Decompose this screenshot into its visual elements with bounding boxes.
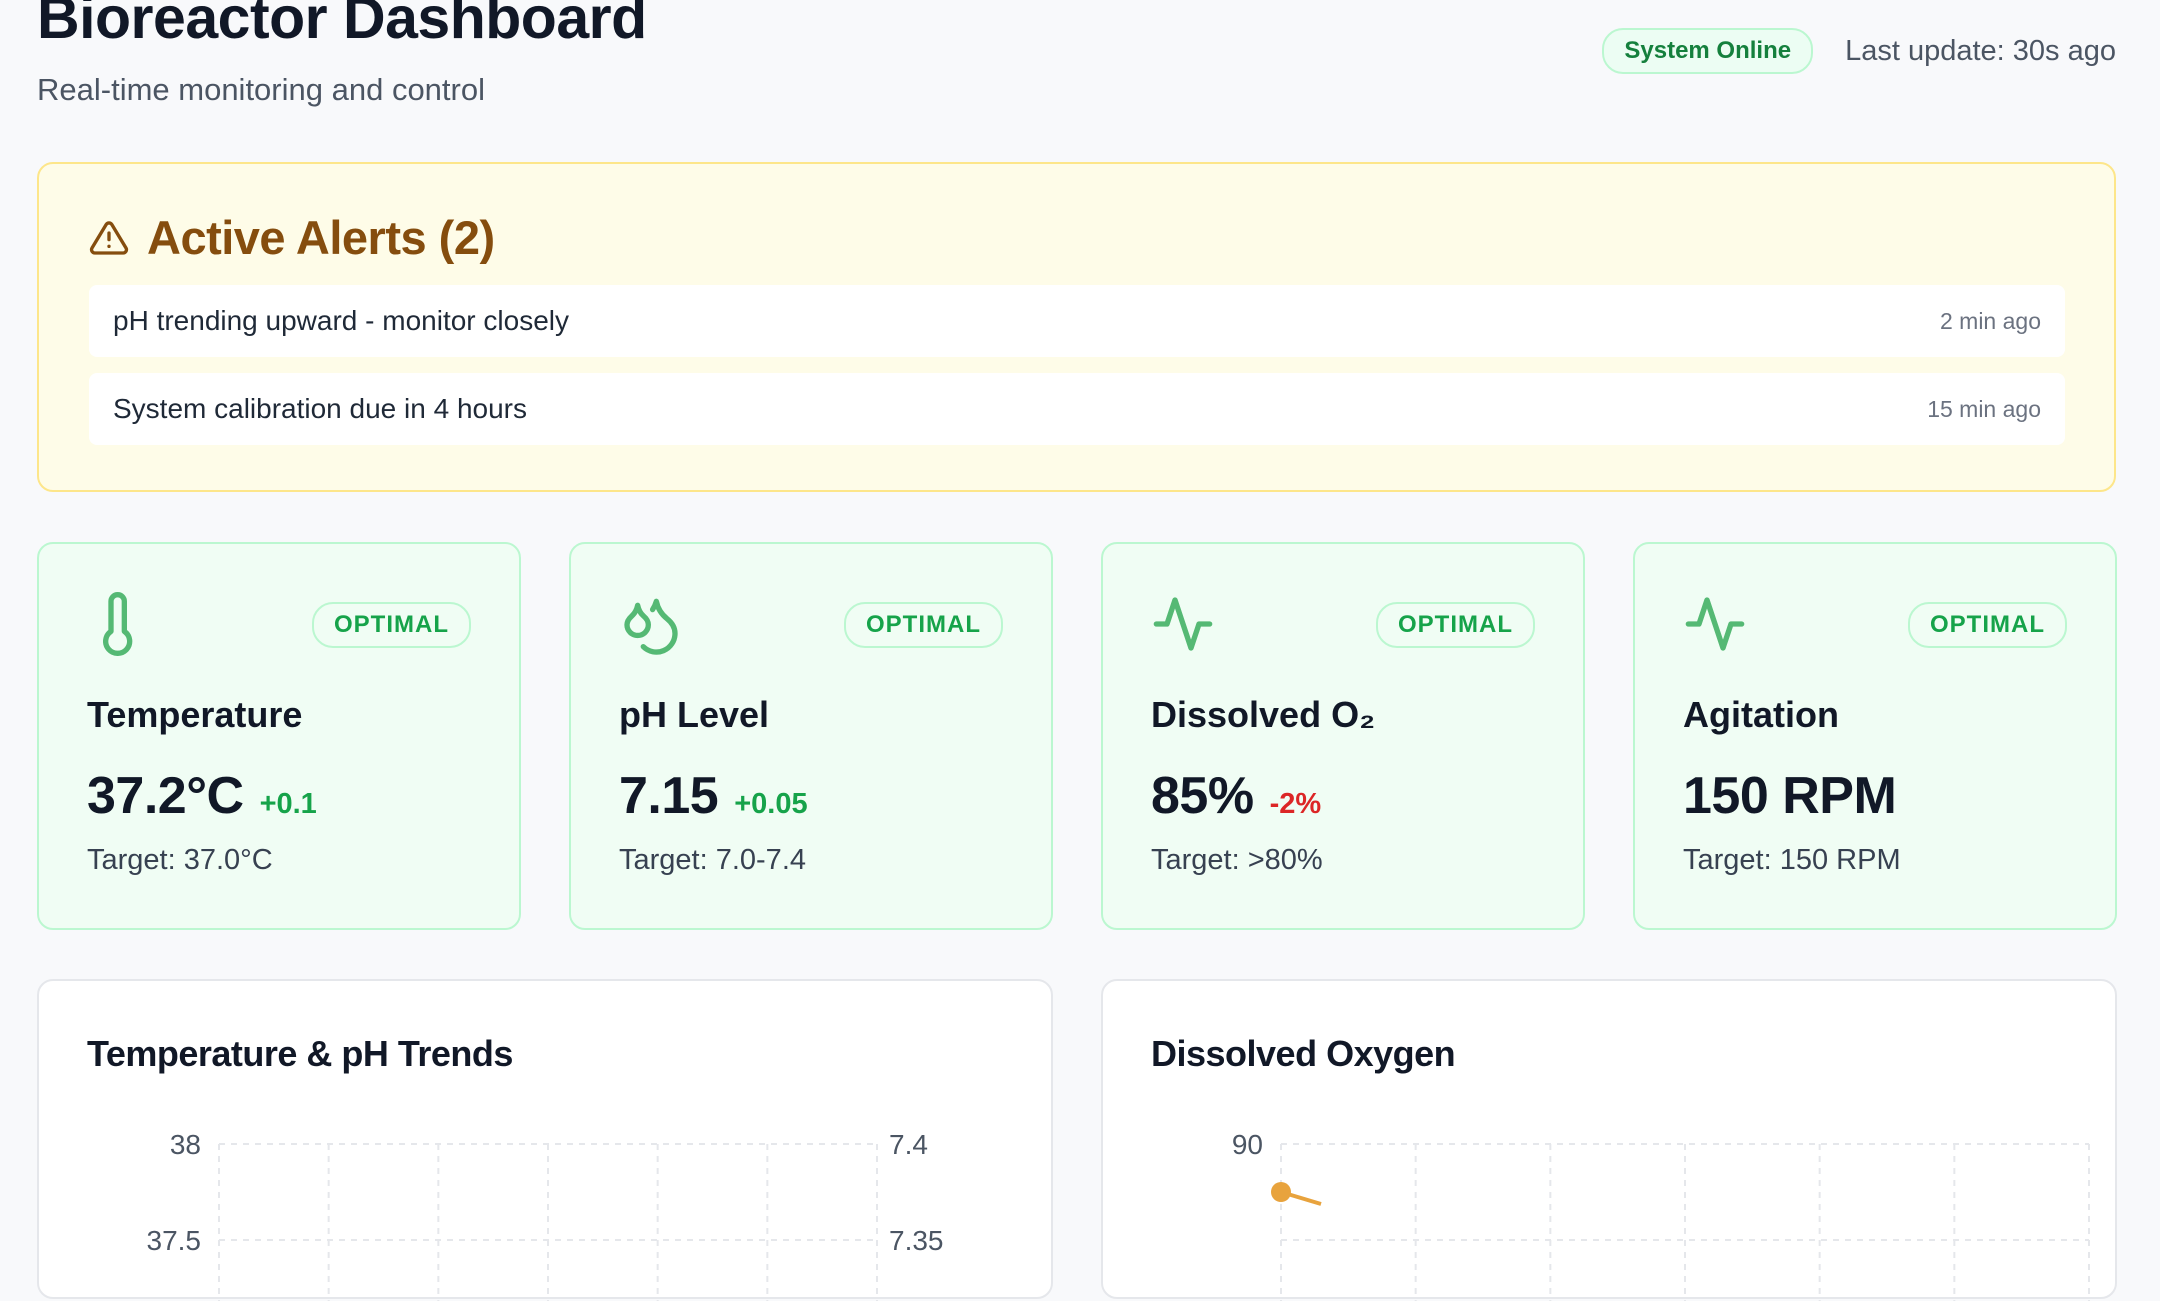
alert-text: System calibration due in 4 hours xyxy=(113,393,527,424)
metric-card-temperature[interactable]: OPTIMAL Temperature 37.2°C +0.1 Target: … xyxy=(37,542,521,930)
status-badge: OPTIMAL xyxy=(1908,602,2067,648)
metric-value: 150 RPM xyxy=(1683,767,1897,825)
metric-label: Agitation xyxy=(1683,694,1839,735)
chart-grid xyxy=(1280,1143,2090,1301)
alert-time: 15 min ago xyxy=(1927,395,2041,422)
metric-value: 7.15 xyxy=(619,767,719,825)
temp-ph-chart: 38 37.5 7.4 7.35 xyxy=(147,1129,944,1301)
metric-card-dissolved-oxygen[interactable]: OPTIMAL Dissolved O₂ 85% -2% Target: >80… xyxy=(1101,542,1585,930)
page-subtitle: Real-time monitoring and control xyxy=(37,72,485,107)
droplets-icon xyxy=(624,598,678,655)
oxygen-data-point xyxy=(1271,1182,1291,1202)
axis-tick-label: 7.4 xyxy=(889,1129,928,1160)
metric-label: pH Level xyxy=(619,694,770,735)
metric-value-row: 150 RPM xyxy=(1683,766,1897,826)
dissolved-oxygen-chart: 90 xyxy=(1232,1129,2090,1301)
page-title: Bioreactor Dashboard xyxy=(37,0,647,51)
axis-tick-label: 90 xyxy=(1232,1129,1263,1160)
metric-label: Temperature xyxy=(87,694,303,735)
axis-tick-label: 38 xyxy=(170,1129,201,1160)
metric-card-ph[interactable]: OPTIMAL pH Level 7.15 +0.05 Target: 7.0-… xyxy=(569,542,1053,930)
alert-item[interactable]: pH trending upward - monitor closely 2 m… xyxy=(89,285,2065,357)
dissolved-oxygen-chart-panel: Dissolved Oxygen 90 xyxy=(1101,979,2117,1301)
metric-value-row: 7.15 +0.05 xyxy=(619,766,808,826)
status-badge: OPTIMAL xyxy=(844,602,1003,648)
system-status-badge: System Online xyxy=(1602,28,1814,74)
metric-target: Target: 7.0-7.4 xyxy=(619,844,806,876)
alerts-header: Active Alerts (2) xyxy=(89,210,495,265)
alert-triangle-icon xyxy=(89,220,129,255)
axis-tick-label: 37.5 xyxy=(147,1225,202,1256)
metric-card-agitation[interactable]: OPTIMAL Agitation 150 RPM Target: 150 RP… xyxy=(1633,542,2117,930)
activity-icon xyxy=(1153,597,1213,651)
dashboard-page: Bioreactor Dashboard Real-time monitorin… xyxy=(37,0,2117,1301)
metric-value: 85% xyxy=(1151,767,1254,825)
page-header: Bioreactor Dashboard Real-time monitorin… xyxy=(37,0,2116,160)
metric-delta: +0.05 xyxy=(734,788,808,820)
axis-tick-label: 7.35 xyxy=(889,1225,944,1256)
metric-value-row: 37.2°C +0.1 xyxy=(87,766,317,826)
metric-label: Dissolved O₂ xyxy=(1151,694,1376,735)
thermometer-icon xyxy=(103,592,133,656)
last-update-text: Last update: 30s ago xyxy=(1845,34,2116,67)
alert-item[interactable]: System calibration due in 4 hours 15 min… xyxy=(89,373,2065,445)
alert-time: 2 min ago xyxy=(1939,307,2041,334)
metric-delta: -2% xyxy=(1269,788,1322,820)
metric-cards: OPTIMAL Temperature 37.2°C +0.1 Target: … xyxy=(37,542,2117,930)
active-alerts-panel: Active Alerts (2) pH trending upward - m… xyxy=(37,162,2116,492)
activity-icon xyxy=(1685,597,1745,651)
status-badge: OPTIMAL xyxy=(1376,602,1535,648)
metric-target: Target: 37.0°C xyxy=(87,844,273,876)
temp-ph-chart-panel: Temperature & pH Trends 38 37.5 7.4 7.35 xyxy=(37,979,1053,1301)
alert-text: pH trending upward - monitor closely xyxy=(113,305,569,336)
metric-value: 37.2°C xyxy=(87,767,244,825)
status-badge: OPTIMAL xyxy=(312,602,471,648)
metric-target: Target: 150 RPM xyxy=(1683,844,1901,876)
metric-value-row: 85% -2% xyxy=(1151,766,1321,826)
chart-grid xyxy=(218,1143,878,1301)
metric-target: Target: >80% xyxy=(1151,844,1323,876)
metric-delta: +0.1 xyxy=(259,788,317,820)
status-area: System Online Last update: 30s ago xyxy=(1602,28,2116,74)
alerts-title: Active Alerts (2) xyxy=(147,211,495,264)
